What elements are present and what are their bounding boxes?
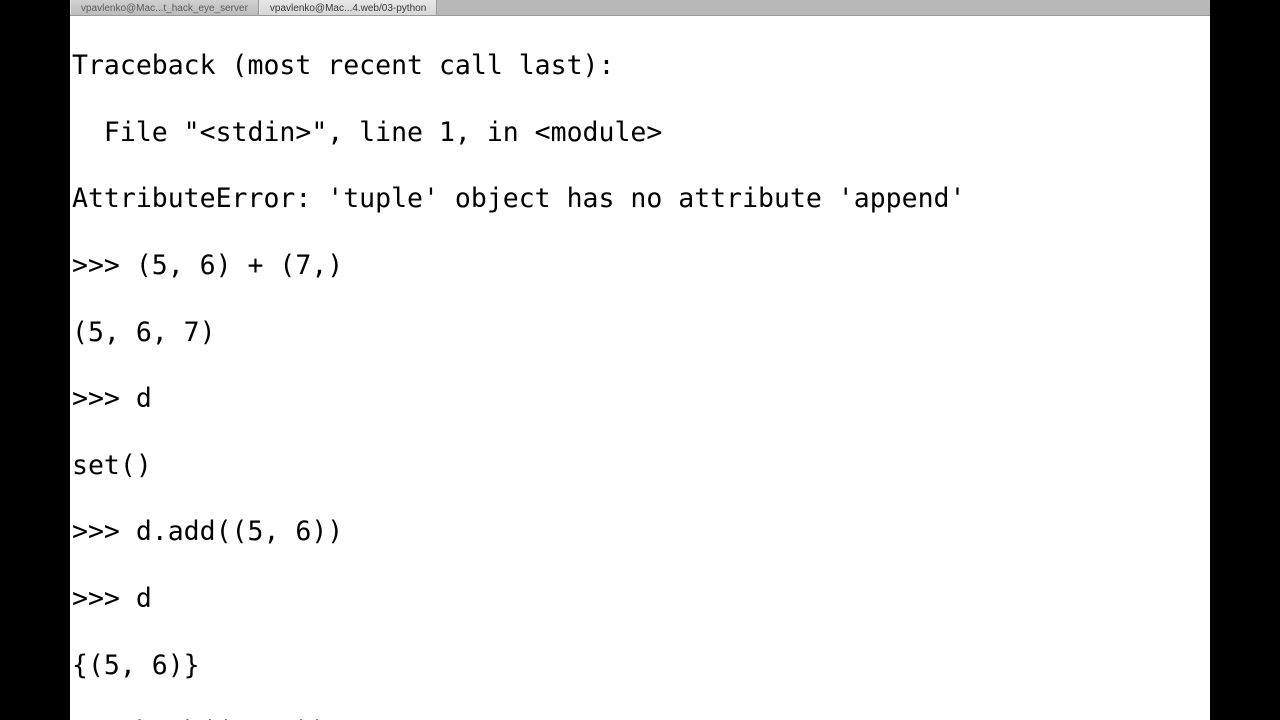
output-line: >>> hash((5, 6)) xyxy=(72,715,1208,720)
output-line: AttributeError: 'tuple' object has no at… xyxy=(72,182,1208,215)
output-line: >>> d xyxy=(72,582,1208,615)
output-line: File "<stdin>", line 1, in <module> xyxy=(72,116,1208,149)
tab-hack-eye-server[interactable]: vpavlenko@Mac...t_hack_eye_server xyxy=(70,0,259,15)
output-line: >>> (5, 6) + (7,) xyxy=(72,249,1208,282)
output-line: >>> d xyxy=(72,382,1208,415)
tab-03-python[interactable]: vpavlenko@Mac...4.web/03-python xyxy=(259,0,437,15)
output-line: set() xyxy=(72,449,1208,482)
output-line: >>> d.add((5, 6)) xyxy=(72,515,1208,548)
terminal-window: vpavlenko@Mac...t_hack_eye_server vpavle… xyxy=(70,0,1210,720)
output-line: (5, 6, 7) xyxy=(72,316,1208,349)
terminal-output[interactable]: Traceback (most recent call last): File … xyxy=(70,16,1210,720)
output-line: Traceback (most recent call last): xyxy=(72,49,1208,82)
tab-bar: vpavlenko@Mac...t_hack_eye_server vpavle… xyxy=(70,0,1210,16)
output-line: {(5, 6)} xyxy=(72,649,1208,682)
